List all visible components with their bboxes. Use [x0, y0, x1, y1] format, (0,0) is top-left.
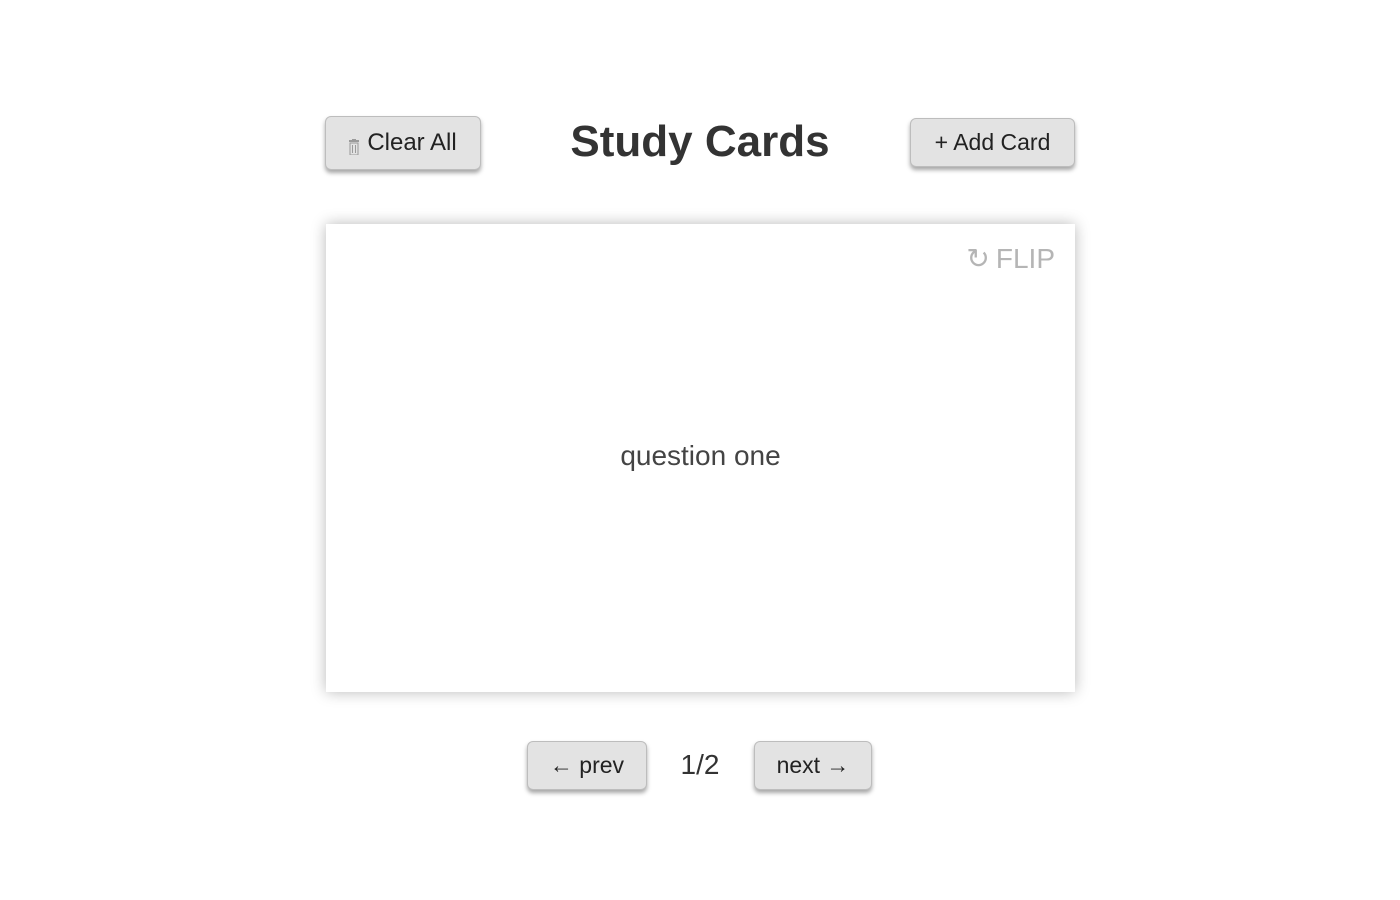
flashcard[interactable]: ↻ FLIP question one [326, 224, 1075, 692]
page-title: Study Cards [570, 117, 830, 166]
clear-all-button[interactable]: Clear All [325, 116, 481, 170]
clear-all-label: Clear All [367, 129, 457, 156]
flip-label: FLIP [995, 242, 1055, 274]
flip-button[interactable]: ↻ FLIP [966, 242, 1055, 275]
add-card-button[interactable]: + Add Card [910, 118, 1075, 167]
trash-icon [349, 134, 360, 156]
card-question-text: question one [620, 440, 781, 471]
prev-button[interactable]: ← prev [527, 741, 647, 790]
next-button[interactable]: next → [754, 741, 872, 790]
card-counter: 1/2 [680, 749, 720, 780]
rotate-icon: ↻ [966, 243, 990, 274]
